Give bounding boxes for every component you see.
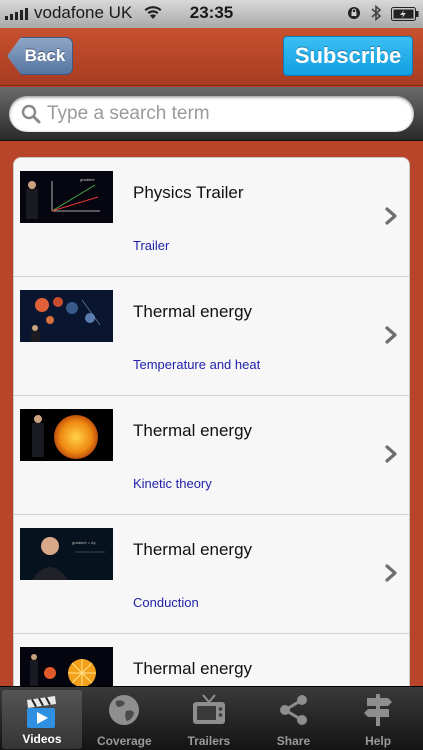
navigation-bar: Back Subscribe xyxy=(0,28,423,86)
rotation-lock-icon xyxy=(348,7,360,19)
list-item[interactable]: gradient = Δy Thermal energy Conduction xyxy=(14,515,409,634)
list-item[interactable]: gradient Physics Trailer Trailer xyxy=(14,158,409,277)
chevron-right-icon xyxy=(385,564,397,582)
tab-coverage[interactable]: Coverage xyxy=(82,687,167,750)
clapperboard-icon xyxy=(27,696,56,728)
video-topic: Temperature and heat xyxy=(133,357,261,372)
video-title: Thermal energy xyxy=(133,302,253,321)
bluetooth-icon xyxy=(371,4,382,22)
presenter-thumbnail: gradient = Δy xyxy=(20,528,113,580)
list-item[interactable]: Thermal energy Kinetic theory xyxy=(14,396,409,515)
tab-label: Videos xyxy=(22,732,62,746)
tab-bar: Videos Coverage Trailers Share Help xyxy=(0,686,423,750)
status-bar: vodafone UK 23:35 xyxy=(0,0,423,28)
video-title: Physics Trailer xyxy=(133,183,244,202)
subscribe-button[interactable]: Subscribe xyxy=(283,36,413,76)
chevron-right-icon xyxy=(385,326,397,344)
signpost-icon xyxy=(364,694,393,726)
video-topic: Kinetic theory xyxy=(133,476,212,491)
svg-text:gradient = Δy: gradient = Δy xyxy=(72,540,96,545)
search-input[interactable] xyxy=(47,103,387,125)
video-title: Thermal energy xyxy=(133,659,253,678)
tab-label: Trailers xyxy=(187,734,231,748)
video-topic: Trailer xyxy=(133,238,170,253)
back-button[interactable]: Back xyxy=(7,37,73,75)
globe-icon xyxy=(109,695,140,725)
svg-text:gradient: gradient xyxy=(80,177,95,182)
video-title: Thermal energy xyxy=(133,540,253,559)
tab-share[interactable]: Share xyxy=(251,687,336,750)
search-bar xyxy=(0,87,423,141)
video-topic: Conduction xyxy=(133,595,199,610)
chevron-right-icon xyxy=(385,207,397,225)
list-item[interactable]: Thermal energy Temperature and heat xyxy=(14,277,409,396)
sun-thumbnail xyxy=(20,409,113,461)
chevron-right-icon xyxy=(385,445,397,463)
graph-thumbnail: gradient xyxy=(20,171,113,223)
share-icon xyxy=(280,695,308,725)
battery-icon xyxy=(391,7,419,21)
tab-trailers[interactable]: Trailers xyxy=(167,687,252,750)
tab-label: Coverage xyxy=(96,734,152,748)
search-icon xyxy=(21,104,41,124)
video-list: gradient Physics Trailer Trailer Thermal… xyxy=(13,157,410,750)
planets-thumbnail xyxy=(20,290,113,342)
tab-videos[interactable]: Videos xyxy=(2,690,82,749)
tab-label: Help xyxy=(365,734,392,748)
tab-help[interactable]: Help xyxy=(336,687,421,750)
search-field[interactable] xyxy=(9,96,414,132)
tab-label: Share xyxy=(276,734,311,748)
tv-icon xyxy=(192,694,225,724)
video-title: Thermal energy xyxy=(133,421,253,440)
